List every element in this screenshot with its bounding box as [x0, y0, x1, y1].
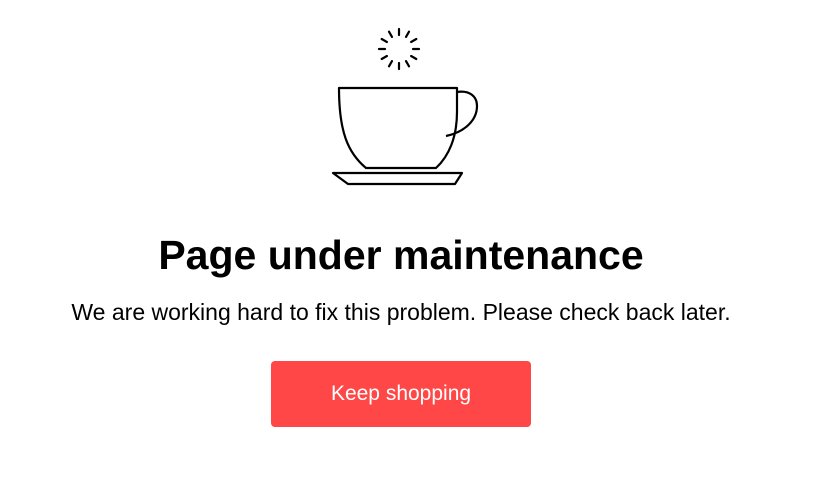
maintenance-message: We are working hard to fix this problem.… [71, 299, 731, 325]
maintenance-illustration [320, 22, 490, 192]
loading-spinner-icon [377, 27, 421, 71]
keep-shopping-button[interactable]: Keep shopping [271, 361, 531, 427]
coffee-cup-icon [331, 27, 479, 186]
page-title: Page under maintenance [158, 232, 644, 278]
